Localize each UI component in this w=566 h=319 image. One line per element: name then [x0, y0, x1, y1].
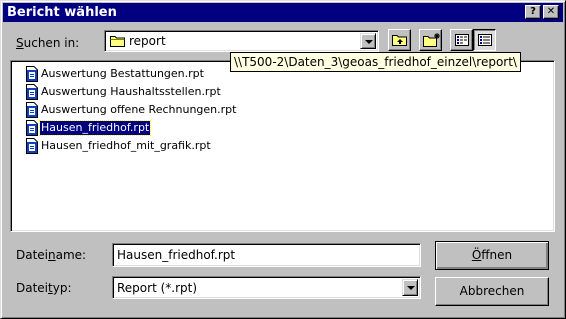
- report-file-icon: [26, 102, 38, 118]
- close-button[interactable]: ✕: [543, 5, 559, 19]
- dialog-title: Bericht wählen: [7, 5, 117, 20]
- list-view-button[interactable]: [450, 29, 473, 51]
- help-button[interactable]: ?: [525, 5, 541, 19]
- file-name-label: Dateiname:: [16, 248, 87, 262]
- folder-up-icon: [392, 35, 407, 46]
- up-one-level-button[interactable]: [388, 29, 411, 51]
- file-type-dropdown-button[interactable]: [402, 279, 418, 296]
- look-in-label: Suchen in:: [16, 36, 80, 50]
- details-view-button[interactable]: [473, 29, 496, 51]
- file-name-value: Hausen_friedhof.rpt: [117, 248, 236, 262]
- file-type-value: Report (*.rpt): [117, 281, 198, 295]
- cancel-button[interactable]: Abbrechen: [435, 277, 549, 306]
- new-folder-button[interactable]: [419, 29, 442, 51]
- report-file-icon: [26, 66, 38, 82]
- file-name-text: Auswertung Bestattungen.rpt: [41, 67, 204, 80]
- report-file-icon: [26, 120, 38, 136]
- file-name-text: Auswertung Haushaltsstellen.rpt: [41, 85, 221, 98]
- look-in-dropdown-button[interactable]: [360, 33, 376, 49]
- open-report-dialog: Bericht wählen ? ✕ Suchen in: report Aus…: [0, 0, 566, 319]
- title-bar[interactable]: Bericht wählen ? ✕: [3, 3, 563, 22]
- look-in-combobox[interactable]: report: [104, 30, 379, 52]
- file-name-input[interactable]: Hausen_friedhof.rpt: [112, 243, 421, 267]
- file-list[interactable]: Auswertung Bestattungen.rpt Auswertung Ha…: [10, 60, 555, 232]
- file-name-text: Hausen_friedhof_mit_grafik.rpt: [41, 139, 211, 152]
- path-tooltip: \\T500-2\Daten_3\geoas_friedhof_einzel\r…: [230, 52, 521, 72]
- report-file-icon: [26, 138, 38, 154]
- report-file-icon: [26, 84, 38, 100]
- details-view-icon: [478, 34, 492, 46]
- chevron-down-icon: [407, 286, 415, 290]
- file-name-text: Hausen_friedhof.rpt: [38, 120, 152, 136]
- chevron-down-icon: [365, 40, 373, 44]
- list-view-icon: [455, 34, 469, 46]
- file-type-select[interactable]: Report (*.rpt): [112, 276, 421, 299]
- open-button[interactable]: Öffnen: [435, 241, 549, 270]
- look-in-value: report: [129, 34, 166, 48]
- new-folder-icon: [423, 33, 440, 47]
- file-type-label: Dateityp:: [16, 281, 72, 295]
- folder-icon: [110, 36, 125, 47]
- file-name-text: Auswertung offene Rechnungen.rpt: [41, 103, 237, 116]
